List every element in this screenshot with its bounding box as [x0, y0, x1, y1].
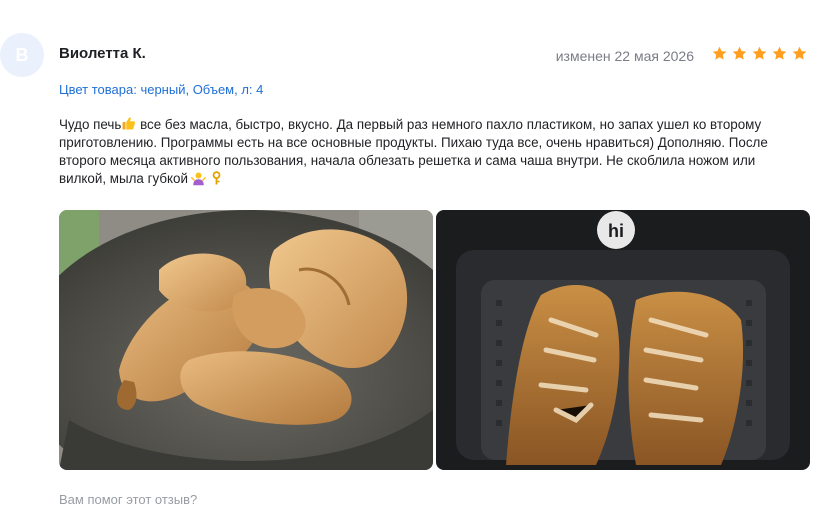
avatar: В — [0, 33, 44, 77]
review-text-part2: все без масла, быстро, вкусно. Да первый… — [59, 117, 768, 186]
star-icon — [732, 46, 747, 60]
star-icon — [772, 46, 787, 60]
review-photo-chicken-wings[interactable] — [59, 210, 433, 470]
review-date: изменен 22 мая 2026 — [555, 48, 694, 64]
star-icon — [752, 46, 767, 60]
review-text: Чудо печь все без масла, быстро, вкусно.… — [59, 116, 799, 188]
key-icon — [212, 171, 221, 185]
photo-chicken-wings — [59, 210, 433, 470]
brand-logo-text: hi — [608, 221, 624, 241]
photo-fish-basket: hi — [436, 210, 810, 470]
star-icon — [712, 46, 727, 60]
review-photo-fish-in-basket[interactable]: hi — [436, 210, 810, 470]
review-author: Виолетта К. — [59, 45, 146, 62]
thumbs-up-icon — [122, 117, 136, 130]
star-icon — [792, 46, 807, 60]
person-shrugging-icon — [190, 172, 206, 186]
avatar-letter: В — [15, 44, 29, 65]
rating-stars — [711, 45, 808, 62]
product-variant: Цвет товара: черный, Объем, л: 4 — [59, 82, 264, 97]
review-text-part1: Чудо печь — [59, 117, 122, 132]
